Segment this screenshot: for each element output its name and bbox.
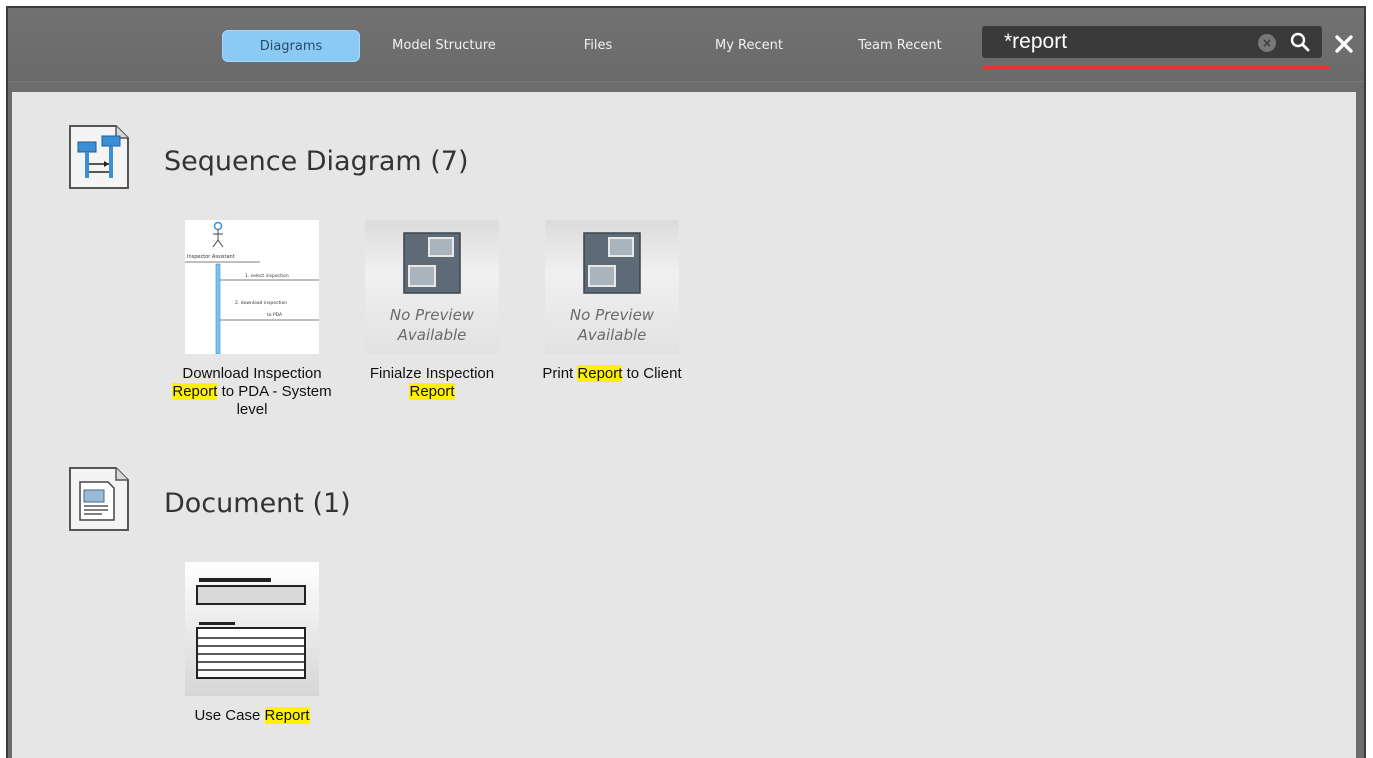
tab-diagrams[interactable]: Diagrams [222, 30, 360, 62]
thumb-actor-label: Inspector Assistant [187, 254, 235, 260]
no-preview-text: No Preview [569, 306, 655, 324]
tab-files[interactable]: Files [568, 30, 628, 62]
sequence-diagram-icon [69, 125, 129, 189]
document-icon [69, 467, 129, 531]
results-panel: Sequence Diagram (7) Inspector Assistant… [12, 92, 1356, 758]
clear-search-icon[interactable]: × [1258, 34, 1276, 52]
thumb-message-2: 2. download inspection [235, 300, 287, 306]
sequence-thumbnail: Inspector Assistant 1. select inspection… [185, 220, 319, 354]
no-preview-thumbnail: No Preview Available [365, 220, 499, 354]
tab-model-structure[interactable]: Model Structure [376, 30, 512, 62]
search-underline [982, 66, 1330, 70]
result-item-label: Download Inspection Report to PDA - Syst… [172, 365, 332, 418]
result-item-label: Use Case Report [194, 707, 310, 724]
tab-my-recent[interactable]: My Recent [702, 30, 796, 62]
search-input[interactable] [1004, 28, 1244, 56]
no-preview-thumbnail: No Preview Available [545, 220, 679, 354]
thumb-message-1: 1. select inspection [245, 273, 289, 279]
group-title-sequence-diagram: Sequence Diagram (7) [164, 146, 469, 177]
result-item[interactable]: Inspector Assistant 1. select inspection… [172, 220, 332, 460]
no-preview-icon [583, 232, 641, 294]
no-preview-text: No Preview [389, 306, 475, 324]
thumb-message-2b: to PDA [267, 312, 283, 318]
result-item[interactable]: Use Case Report [172, 562, 332, 732]
result-item[interactable]: No Preview Available Finialze Inspection… [352, 220, 512, 420]
search-dialog: Diagrams Model Structure Files My Recent… [6, 6, 1366, 758]
no-preview-text: Available [397, 326, 467, 344]
document-thumbnail [185, 562, 319, 696]
tab-team-recent[interactable]: Team Recent [844, 30, 956, 62]
result-item[interactable]: No Preview Available Print Report to Cli… [532, 220, 692, 420]
group-title-document: Document (1) [164, 488, 351, 519]
close-icon[interactable] [1334, 34, 1354, 54]
result-item-label: Print Report to Client [542, 365, 682, 382]
top-bar: Diagrams Model Structure Files My Recent… [8, 8, 1364, 82]
search-icon[interactable] [1289, 31, 1311, 53]
no-preview-text: Available [577, 326, 647, 344]
no-preview-icon [403, 232, 461, 294]
result-item-label: Finialze Inspection Report [369, 365, 495, 400]
